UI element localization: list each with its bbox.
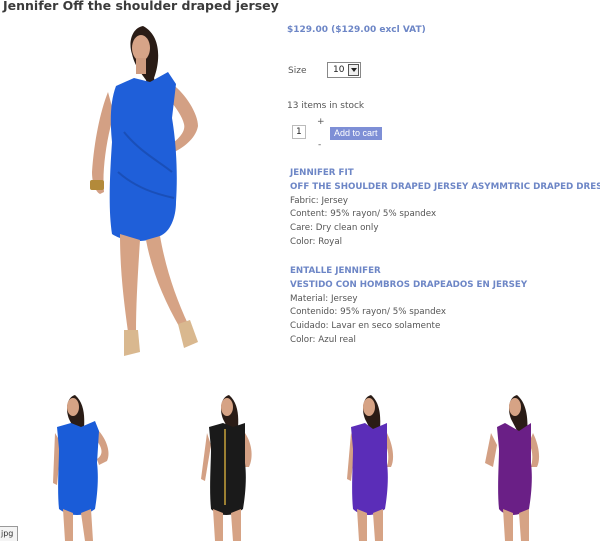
- size-label: Size: [288, 66, 307, 76]
- description-heading: JENNIFER FIT: [290, 168, 354, 178]
- image-type-label: jpg: [0, 526, 18, 541]
- quantity-input[interactable]: 1: [292, 125, 306, 139]
- description-line: Color: Royal: [290, 236, 343, 247]
- chevron-down-icon[interactable]: [348, 64, 359, 76]
- main-product-image[interactable]: [80, 22, 220, 367]
- description-subheading: OFF THE SHOULDER DRAPED JERSEY ASYMMTRIC…: [290, 181, 600, 192]
- description-english: JENNIFER FIT OFF THE SHOULDER DRAPED JER…: [290, 167, 600, 250]
- stock-status: 13 items in stock: [287, 101, 365, 111]
- size-select[interactable]: 10: [327, 62, 361, 78]
- description-line: Material: Jersey: [290, 293, 358, 304]
- description-line: Content: 95% rayon/ 5% spandex: [290, 209, 437, 220]
- description-line: Fabric: Jersey: [290, 195, 348, 206]
- size-select-value: 10: [333, 65, 345, 75]
- quantity-increase-button[interactable]: +: [317, 117, 325, 127]
- description-line: Contenido: 95% rayon/ 5% spandex: [290, 307, 446, 318]
- description-heading: ENTALLE JENNIFER: [290, 266, 381, 276]
- description-line: Cuidado: Lavar en seco solamente: [290, 321, 441, 332]
- thumbnail-purple-dress[interactable]: [343, 393, 398, 541]
- product-title: Jennifer Off the shoulder draped jersey: [3, 0, 279, 13]
- description-line: Care: Dry clean only: [290, 223, 379, 234]
- thumbnail-plum-dress[interactable]: [483, 393, 543, 541]
- description-subheading: VESTIDO CON HOMBROS DRAPEADOS EN JERSEY: [290, 279, 528, 290]
- add-to-cart-button[interactable]: Add to cart: [330, 127, 382, 140]
- quantity-decrease-button[interactable]: -: [318, 140, 321, 150]
- description-spanish: ENTALLE JENNIFER VESTIDO CON HOMBROS DRA…: [290, 265, 527, 348]
- thumbnail-black-dress[interactable]: [195, 393, 255, 541]
- description-line: Color: Azul real: [290, 334, 356, 345]
- thumbnail-royal-dress[interactable]: [45, 393, 115, 541]
- price: $129.00 ($129.00 excl VAT): [287, 25, 426, 35]
